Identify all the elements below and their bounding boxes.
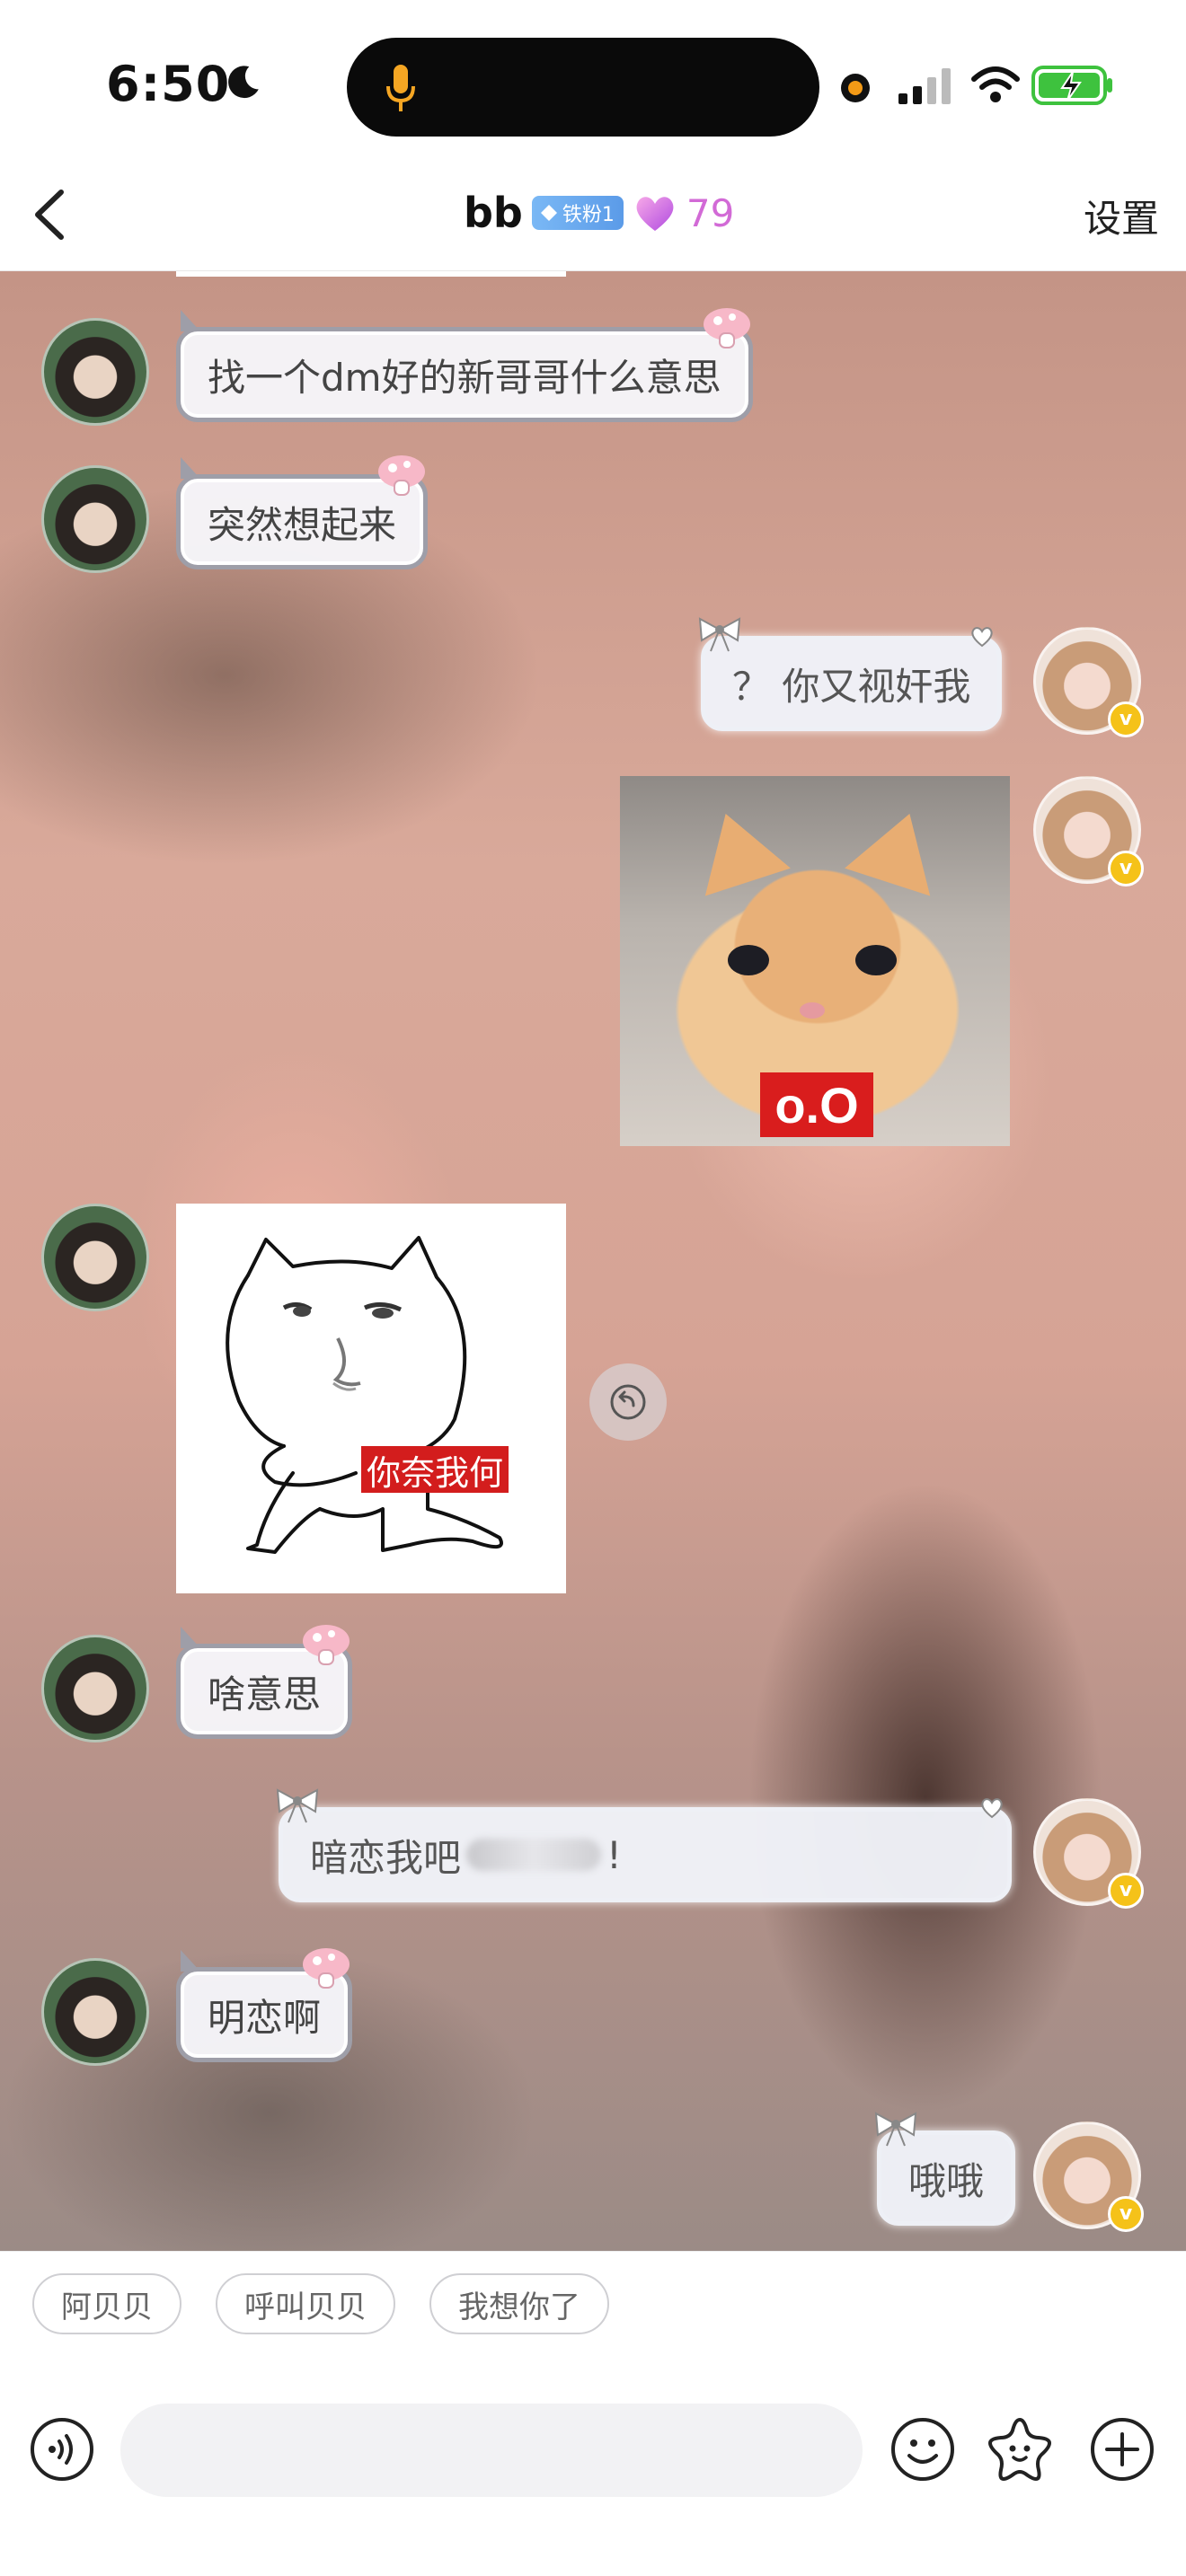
bow-decoration-icon [874, 2112, 917, 2147]
contact-name: bb [464, 189, 523, 237]
kitten-nose [800, 1002, 825, 1019]
sticker-caption: o.O [760, 1072, 873, 1137]
moon-icon [228, 66, 259, 99]
emoji-icon[interactable] [890, 2416, 956, 2483]
diamond-icon [540, 205, 557, 221]
message-text: ! [606, 1832, 622, 1877]
my-avatar[interactable]: v [1033, 1798, 1144, 1909]
message-bubble-outgoing[interactable]: 哦哦 [874, 2112, 1016, 2226]
message-bubble-incoming[interactable]: 突然想起来 [176, 455, 429, 569]
message-text: 哦哦 [908, 2158, 985, 2203]
intimacy-count: 79 [686, 190, 735, 235]
voice-input-icon[interactable] [29, 2416, 95, 2483]
message-bubble-incoming[interactable]: 找一个dm好的新哥哥什么意思 [176, 308, 753, 422]
chat-header: bb 铁粉1 79 设置 [0, 162, 1186, 271]
message-text: ？ 你又视奸我 [732, 664, 971, 709]
cellular-signal-icon [898, 68, 951, 104]
dynamic-island [347, 38, 819, 137]
vip-badge-icon: v [1108, 851, 1144, 887]
vip-badge-icon: v [1108, 701, 1144, 737]
quick-reply-chip[interactable]: 呼叫贝贝 [216, 2273, 395, 2334]
plus-icon[interactable] [1089, 2416, 1155, 2483]
kitten-ear [683, 799, 791, 896]
message-text: 暗恋我吧 [310, 1835, 462, 1880]
message-text: 明恋啊 [208, 1995, 322, 2040]
contact-avatar[interactable] [41, 465, 149, 573]
contact-avatar[interactable] [41, 1635, 149, 1742]
mushroom-decoration-icon [303, 1625, 350, 1665]
quick-reply-chip[interactable]: 阿贝贝 [32, 2273, 181, 2334]
mushroom-decoration-icon [378, 455, 426, 496]
previous-message-edge [176, 271, 566, 277]
message-input[interactable] [120, 2404, 863, 2497]
heart-icon [636, 197, 674, 231]
my-avatar[interactable]: v [1033, 627, 1144, 737]
settings-button[interactable]: 设置 [1084, 189, 1159, 243]
battery-charging-icon [1031, 66, 1112, 105]
wifi-icon [971, 66, 1020, 102]
quick-reply-chip[interactable]: 我想你了 [429, 2273, 609, 2334]
chat-messages[interactable]: 找一个dm好的新哥哥什么意思 突然想起来 v ？ 你又视奸我 v o.O 你奈我… [0, 271, 1186, 2251]
chevron-left-icon[interactable] [25, 183, 75, 246]
vip-badge-icon: v [1108, 2196, 1144, 2232]
message-text: 突然想起来 [208, 502, 397, 547]
heart-decoration-icon [981, 1798, 1003, 1819]
blurred-text [466, 1839, 602, 1871]
contact-avatar[interactable] [41, 318, 149, 426]
message-bubble-outgoing[interactable]: ？ 你又视奸我 [698, 617, 1003, 731]
sticker-caption: 你奈我何 [361, 1446, 509, 1493]
chat-title[interactable]: bb 铁粉1 79 [464, 181, 734, 244]
message-bubble-incoming[interactable]: 明恋啊 [176, 1948, 353, 2062]
message-bubble-outgoing[interactable]: 暗恋我吧 ! [276, 1788, 1012, 1902]
microphone-icon [386, 65, 415, 111]
contact-avatar[interactable] [41, 1958, 149, 2066]
message-text: 找一个dm好的新哥哥什么意思 [208, 355, 721, 400]
cat-drawing-icon [226, 1236, 503, 1554]
fan-level-badge: 铁粉1 [531, 196, 624, 230]
bow-decoration-icon [698, 617, 741, 652]
mushroom-decoration-icon [303, 1948, 350, 1989]
sticker-star-icon[interactable] [985, 2414, 1055, 2484]
message-bubble-incoming[interactable]: 啥意思 [176, 1625, 353, 1739]
status-time: 6:50 [106, 56, 231, 112]
kitten-eye [728, 945, 769, 975]
kitten-ear [845, 799, 952, 896]
my-avatar[interactable]: v [1033, 2122, 1144, 2232]
my-avatar[interactable]: v [1033, 776, 1144, 887]
bow-decoration-icon [276, 1788, 319, 1823]
message-input-bar [0, 2351, 1186, 2576]
reply-arrow-icon [610, 1384, 646, 1420]
contact-avatar[interactable] [41, 1204, 149, 1311]
vip-badge-icon: v [1108, 1873, 1144, 1909]
quick-reply-bar: 阿贝贝 呼叫贝贝 我想你了 [0, 2251, 1186, 2351]
back-to-latest-button[interactable] [589, 1363, 667, 1441]
fan-badge-label: 铁粉1 [562, 204, 615, 226]
message-text: 啥意思 [208, 1672, 322, 1716]
recording-dot-icon [841, 74, 870, 102]
mushroom-decoration-icon [703, 308, 750, 348]
status-bar: 6:50 [0, 0, 1186, 162]
kitten-eye [855, 945, 897, 975]
sticker-cat-drawing[interactable]: 你奈我何 [176, 1204, 566, 1593]
heart-decoration-icon [971, 627, 994, 648]
sticker-kitten[interactable]: o.O [620, 776, 1010, 1146]
